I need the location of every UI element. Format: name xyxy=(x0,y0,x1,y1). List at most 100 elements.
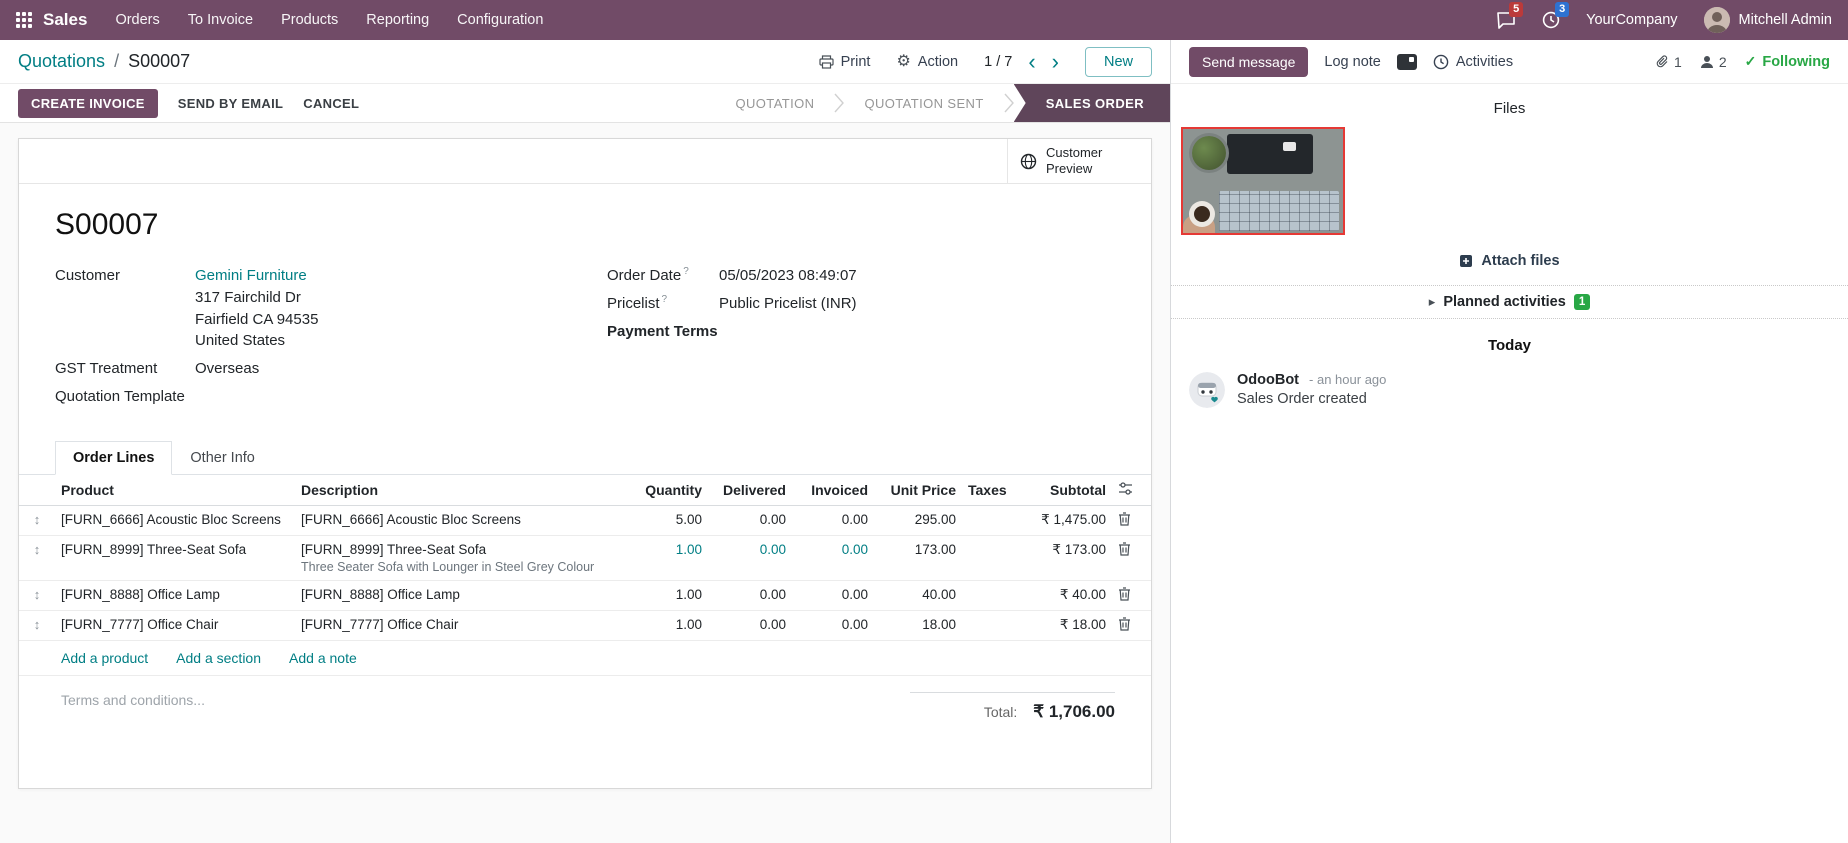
apps-menu[interactable]: Sales xyxy=(16,10,87,30)
menu-configuration[interactable]: Configuration xyxy=(457,12,543,28)
description-cell[interactable]: [FURN_8999] Three-Seat Sofa Three Seater… xyxy=(295,535,632,580)
pager-previous-icon[interactable]: ‹ xyxy=(1028,51,1035,73)
quantity-cell[interactable]: 5.00 xyxy=(632,505,708,535)
app-menu: Orders To Invoice Products Reporting Con… xyxy=(115,12,543,28)
attachment-thumbnail[interactable] xyxy=(1181,127,1345,235)
add-product-link[interactable]: Add a product xyxy=(61,650,148,666)
order-line-row[interactable]: ↕ [FURN_8999] Three-Seat Sofa [FURN_8999… xyxy=(19,535,1151,580)
stage-sales-order[interactable]: SALES ORDER xyxy=(1014,84,1170,122)
invoiced-cell[interactable]: 0.00 xyxy=(792,610,874,640)
col-delivered[interactable]: Delivered xyxy=(708,475,792,506)
messages-button[interactable]: 5 xyxy=(1496,11,1516,29)
product-cell[interactable]: [FURN_8999] Three-Seat Sofa xyxy=(55,535,295,580)
menu-products[interactable]: Products xyxy=(281,12,338,28)
delete-line-button[interactable] xyxy=(1118,542,1131,559)
taxes-cell[interactable] xyxy=(962,535,1008,580)
followers-button[interactable]: 2 xyxy=(1700,54,1727,70)
company-switcher[interactable]: YourCompany xyxy=(1586,12,1677,28)
description-cell[interactable]: [FURN_6666] Acoustic Bloc Screens xyxy=(295,505,632,535)
attach-plus-icon xyxy=(1459,254,1473,268)
send-by-email-button[interactable]: SEND BY EMAIL xyxy=(178,96,284,111)
taxes-cell[interactable] xyxy=(962,505,1008,535)
col-subtotal[interactable]: Subtotal xyxy=(1008,475,1112,506)
delivered-cell[interactable]: 0.00 xyxy=(708,535,792,580)
delete-line-button[interactable] xyxy=(1118,512,1131,529)
delete-line-button[interactable] xyxy=(1118,587,1131,604)
app-name[interactable]: Sales xyxy=(43,10,87,30)
send-message-button[interactable]: Send message xyxy=(1189,47,1308,77)
invoiced-cell[interactable]: 0.00 xyxy=(792,580,874,610)
menu-orders[interactable]: Orders xyxy=(115,12,159,28)
create-invoice-button[interactable]: CREATE INVOICE xyxy=(18,89,158,118)
col-quantity[interactable]: Quantity xyxy=(632,475,708,506)
stage-chevron-icon xyxy=(1004,84,1014,122)
print-button[interactable]: Print xyxy=(819,54,871,70)
planned-activities-toggle[interactable]: ▸ Planned activities 1 xyxy=(1171,285,1848,319)
order-line-row[interactable]: ↕ [FURN_6666] Acoustic Bloc Screens [FUR… xyxy=(19,505,1151,535)
odoobot-avatar[interactable] xyxy=(1189,372,1225,408)
product-cell[interactable]: [FURN_7777] Office Chair xyxy=(55,610,295,640)
followers-count: 2 xyxy=(1719,54,1727,70)
product-cell[interactable]: [FURN_6666] Acoustic Bloc Screens xyxy=(55,505,295,535)
new-button[interactable]: New xyxy=(1085,47,1152,77)
order-line-row[interactable]: ↕ [FURN_8888] Office Lamp [FURN_8888] Of… xyxy=(19,580,1151,610)
activities-systray-button[interactable]: 3 xyxy=(1542,11,1560,29)
optional-columns-button[interactable] xyxy=(1112,475,1151,506)
invoiced-cell[interactable]: 0.00 xyxy=(792,535,874,580)
stage-quotation-sent[interactable]: QUOTATION SENT xyxy=(844,84,1003,122)
drag-handle-icon[interactable]: ↕ xyxy=(25,617,49,632)
description-cell[interactable]: [FURN_8888] Office Lamp xyxy=(295,580,632,610)
menu-to-invoice[interactable]: To Invoice xyxy=(188,12,253,28)
action-button[interactable]: ⚙ Action xyxy=(896,54,958,70)
message-author[interactable]: OdooBot xyxy=(1237,372,1299,388)
following-button[interactable]: ✓ Following xyxy=(1745,53,1830,70)
pricelist-value[interactable]: Public Pricelist (INR) xyxy=(719,293,857,315)
drag-handle-icon[interactable]: ↕ xyxy=(25,542,49,557)
attachments-button[interactable]: 1 xyxy=(1656,54,1682,70)
quantity-cell[interactable]: 1.00 xyxy=(632,610,708,640)
delivered-cell[interactable]: 0.00 xyxy=(708,580,792,610)
gst-treatment-value[interactable]: Overseas xyxy=(195,358,259,380)
camera-icon[interactable] xyxy=(1397,54,1417,70)
drag-handle-icon[interactable]: ↕ xyxy=(25,587,49,602)
col-taxes[interactable]: Taxes xyxy=(962,475,1008,506)
menu-reporting[interactable]: Reporting xyxy=(366,12,429,28)
col-invoiced[interactable]: Invoiced xyxy=(792,475,874,506)
tab-other-info[interactable]: Other Info xyxy=(172,441,272,475)
unit-price-cell[interactable]: 173.00 xyxy=(874,535,962,580)
customer-preview-button[interactable]: Customer Preview xyxy=(1007,139,1151,183)
cancel-button[interactable]: CANCEL xyxy=(303,96,359,111)
delivered-cell[interactable]: 0.00 xyxy=(708,610,792,640)
pager-next-icon[interactable]: › xyxy=(1052,51,1059,73)
stage-quotation[interactable]: QUOTATION xyxy=(716,84,835,122)
customer-link[interactable]: Gemini Furniture xyxy=(195,265,318,287)
add-section-link[interactable]: Add a section xyxy=(176,650,261,666)
unit-price-cell[interactable]: 18.00 xyxy=(874,610,962,640)
col-unit-price[interactable]: Unit Price xyxy=(874,475,962,506)
activities-button[interactable]: Activities xyxy=(1433,54,1513,70)
log-note-button[interactable]: Log note xyxy=(1324,54,1380,70)
customer-preview-label: Customer Preview xyxy=(1046,145,1124,178)
add-note-link[interactable]: Add a note xyxy=(289,650,357,666)
terms-placeholder[interactable]: Terms and conditions... xyxy=(61,692,205,722)
description-cell[interactable]: [FURN_7777] Office Chair xyxy=(295,610,632,640)
product-cell[interactable]: [FURN_8888] Office Lamp xyxy=(55,580,295,610)
delete-line-button[interactable] xyxy=(1118,617,1131,634)
order-date-value[interactable]: 05/05/2023 08:49:07 xyxy=(719,265,857,287)
user-menu[interactable]: Mitchell Admin xyxy=(1704,7,1832,33)
quantity-cell[interactable]: 1.00 xyxy=(632,580,708,610)
taxes-cell[interactable] xyxy=(962,580,1008,610)
order-line-row[interactable]: ↕ [FURN_7777] Office Chair [FURN_7777] O… xyxy=(19,610,1151,640)
drag-handle-icon[interactable]: ↕ xyxy=(25,512,49,527)
attach-files-button[interactable]: Attach files xyxy=(1171,253,1848,269)
col-description[interactable]: Description xyxy=(295,475,632,506)
delivered-cell[interactable]: 0.00 xyxy=(708,505,792,535)
unit-price-cell[interactable]: 40.00 xyxy=(874,580,962,610)
breadcrumb-quotations[interactable]: Quotations xyxy=(18,51,105,72)
col-product[interactable]: Product xyxy=(55,475,295,506)
taxes-cell[interactable] xyxy=(962,610,1008,640)
quantity-cell[interactable]: 1.00 xyxy=(632,535,708,580)
tab-order-lines[interactable]: Order Lines xyxy=(55,441,172,475)
unit-price-cell[interactable]: 295.00 xyxy=(874,505,962,535)
invoiced-cell[interactable]: 0.00 xyxy=(792,505,874,535)
